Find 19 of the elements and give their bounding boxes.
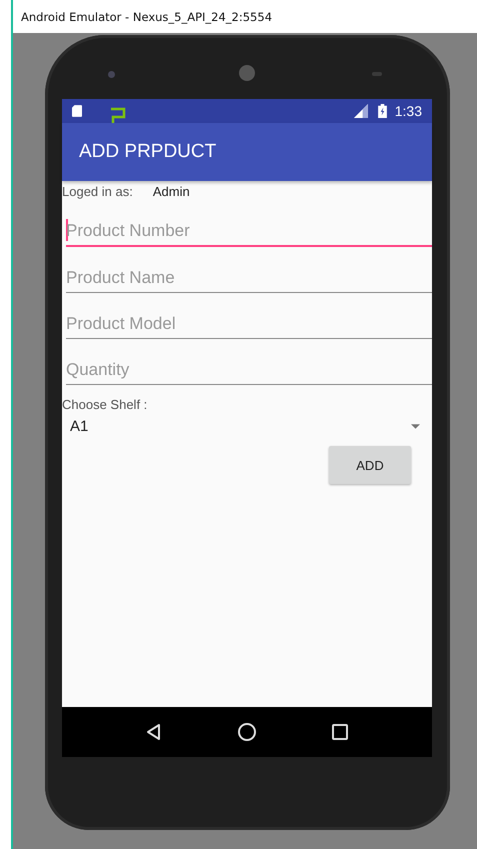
app-title: ADD PRPDUCT <box>79 141 216 163</box>
input-field[interactable]: Product Name <box>66 247 432 293</box>
signal-icon <box>352 104 368 118</box>
recents-icon[interactable] <box>330 722 350 742</box>
add-button[interactable]: ADD <box>329 446 411 484</box>
window-title: Android Emulator - Nexus_5_API_24_2:5554 <box>21 10 272 24</box>
shelf-label: Choose Shelf : <box>62 397 148 412</box>
home-icon[interactable] <box>236 722 257 742</box>
input-field[interactable]: Product Model <box>66 293 432 339</box>
camera-icon <box>108 71 115 78</box>
clock: 1:33 <box>394 103 422 119</box>
input-field[interactable]: Quantity <box>66 339 432 385</box>
battery-icon <box>378 104 387 118</box>
dropdown-arrow-icon <box>411 424 420 428</box>
username: Admin <box>152 184 190 201</box>
sd-card-icon <box>72 105 82 117</box>
shelf-dropdown[interactable]: A1 <box>62 412 432 440</box>
login-label: Loged in as: <box>62 184 133 201</box>
speaker-icon <box>239 65 255 81</box>
